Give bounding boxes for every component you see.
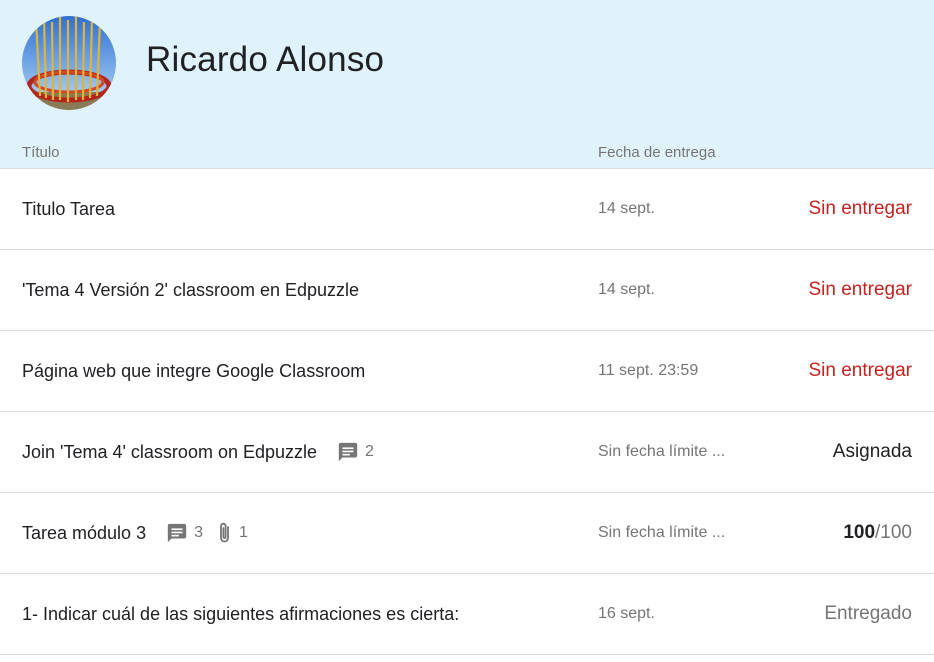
avatar[interactable] <box>22 16 116 110</box>
assignment-status: Entregado <box>824 603 912 624</box>
column-header-due-date: Fecha de entrega <box>598 144 716 161</box>
assignment-title: Página web que integre Google Classroom <box>22 360 366 381</box>
grade-max: /100 <box>875 522 912 543</box>
assignment-title: 1- Indicar cuál de las siguientes afirma… <box>22 603 460 624</box>
comment-count-value: 2 <box>365 443 374 460</box>
assignment-due-date: 14 sept. <box>598 281 655 298</box>
assignment-row[interactable]: Tarea módulo 3 3 1 Sin fecha límite ... … <box>0 493 934 574</box>
assignment-due-date: 16 sept. <box>598 605 655 622</box>
student-name: Ricardo Alonso <box>146 40 385 79</box>
assignment-due-date: Sin fecha límite ... <box>598 443 726 460</box>
grade-value: 100 <box>843 522 876 543</box>
assignment-status: Sin entregar <box>808 360 912 381</box>
assignment-status: Sin entregar <box>808 198 912 219</box>
assignment-list: Titulo Tarea 14 sept. Sin entregar 'Tema… <box>0 169 934 655</box>
assignment-due-date: Sin fecha límite ... <box>598 524 726 541</box>
assignment-title: 'Tema 4 Versión 2' classroom en Edpuzzle <box>22 279 360 300</box>
comment-count-value: 3 <box>194 524 203 541</box>
assignment-title: Join 'Tema 4' classroom on Edpuzzle <box>22 441 318 462</box>
assignment-row[interactable]: Titulo Tarea 14 sept. Sin entregar <box>0 169 934 250</box>
assignment-status: Asignada <box>832 441 912 462</box>
attachment-count[interactable]: 1 <box>217 521 248 545</box>
assignment-due-date: 11 sept. 23:59 <box>598 362 699 379</box>
column-header-title: Título <box>22 144 60 161</box>
assignment-grade: 100/100 <box>843 493 912 573</box>
assignment-title: Tarea módulo 3 <box>22 522 147 543</box>
comment-icon <box>167 523 187 543</box>
assignment-title: Titulo Tarea <box>22 198 116 219</box>
student-header: Ricardo Alonso Título Fecha de entrega <box>0 0 934 169</box>
comment-count[interactable]: 3 <box>166 522 203 544</box>
assignment-row[interactable]: Join 'Tema 4' classroom on Edpuzzle 2 Si… <box>0 412 934 493</box>
assignment-row[interactable]: 1- Indicar cuál de las siguientes afirma… <box>0 574 934 655</box>
paperclip-icon <box>220 522 229 543</box>
assignment-row[interactable]: Página web que integre Google Classroom … <box>0 331 934 412</box>
assignment-status: Sin entregar <box>808 279 912 300</box>
assignment-due-date: 14 sept. <box>598 200 655 217</box>
assignment-row[interactable]: 'Tema 4 Versión 2' classroom en Edpuzzle… <box>0 250 934 331</box>
attachment-count-value: 1 <box>238 524 248 541</box>
comment-icon <box>338 442 358 462</box>
comment-count[interactable]: 2 <box>337 441 374 463</box>
